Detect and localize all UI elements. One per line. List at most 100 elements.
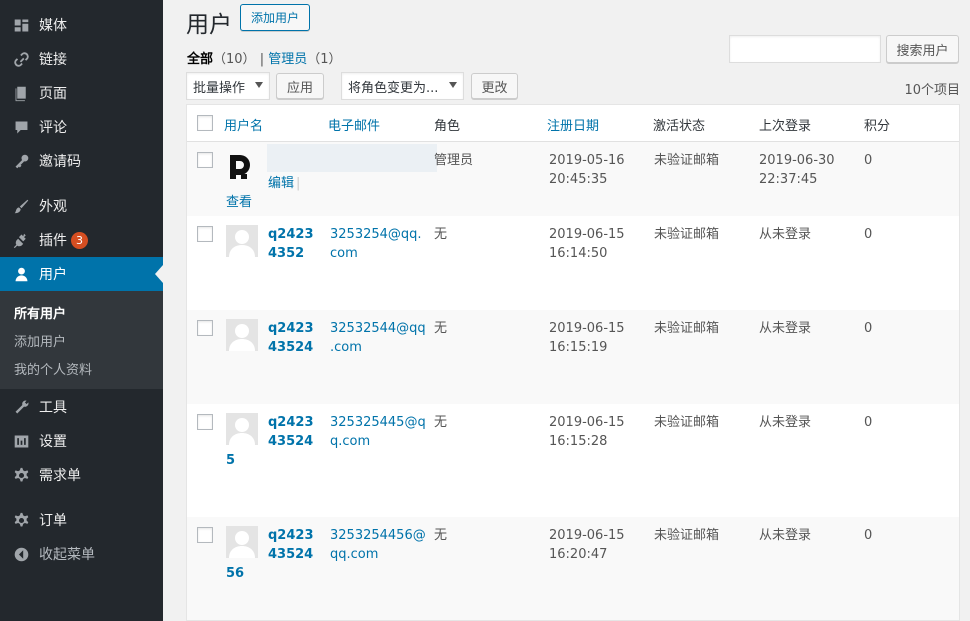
page-title: 用户 <box>186 12 232 38</box>
sidebar-item-invite-codes[interactable]: 邀请码 <box>0 144 163 178</box>
change-role-select[interactable]: 将角色变更为... <box>341 72 464 100</box>
sidebar-item-label: 页面 <box>39 86 67 102</box>
filter-admin[interactable]: 管理员 <box>268 52 307 67</box>
sidebar-item-label: 链接 <box>39 52 67 68</box>
email-link[interactable]: qq.com <box>330 545 378 565</box>
filter-all-count: （10） <box>213 52 256 67</box>
last-login-cell: 从未登录 <box>759 415 812 430</box>
table-row: q2423 43524 5 325325445@q q.com 无 2019-0… <box>187 404 959 517</box>
column-status: 激活状态 <box>653 119 706 134</box>
filter-admin-count: （1） <box>307 52 342 67</box>
users-table: 用户名 电子邮件 角色 注册日期 激活状态 上次登录 积分 编辑 | 查看 管理… <box>186 104 960 621</box>
row-checkbox[interactable] <box>197 527 213 543</box>
table-row: 编辑 | 查看 管理员 2019-05-16 20:45:35 未验证邮箱 20… <box>187 142 959 216</box>
sidebar-item-label: 需求单 <box>39 468 81 484</box>
filter-separator: | <box>259 52 265 67</box>
username-link[interactable]: 43524 <box>268 545 313 565</box>
submenu-my-profile[interactable]: 我的个人资料 <box>14 359 92 378</box>
username-link[interactable]: q2423 <box>268 225 314 245</box>
change-role-button[interactable]: 更改 <box>471 73 518 99</box>
username-link[interactable]: q2423 <box>268 413 314 433</box>
username-link[interactable]: 56 <box>226 564 244 584</box>
reg-date-cell: 2019-06-15 <box>549 227 625 242</box>
chevron-down-icon <box>255 82 263 88</box>
sidebar-item-label: 邀请码 <box>39 154 81 170</box>
role-cell: 无 <box>434 528 448 543</box>
action-separator: | <box>296 176 301 191</box>
sidebar-item-settings[interactable]: 设置 <box>0 424 163 458</box>
email-link[interactable]: q.com <box>330 432 370 452</box>
username-link[interactable]: 43524 <box>268 432 313 452</box>
column-username[interactable]: 用户名 <box>224 115 263 134</box>
table-row: q2423 43524 56 3253254456@ qq.com 无 2019… <box>187 517 959 620</box>
row-checkbox[interactable] <box>197 152 213 168</box>
username-link[interactable]: q2423 <box>268 319 314 339</box>
select-all-checkbox[interactable] <box>197 115 213 131</box>
username-link[interactable]: 4352 <box>268 244 304 264</box>
email-link[interactable]: .com <box>330 338 362 358</box>
email-link[interactable]: 32532544@qq <box>330 319 426 339</box>
add-user-button[interactable]: 添加用户 <box>240 4 310 31</box>
sidebar-item-label: 用户 <box>39 267 67 283</box>
sidebar-item-label: 订单 <box>39 513 67 529</box>
sidebar-item-links[interactable]: 链接 <box>0 42 163 76</box>
filter-all[interactable]: 全部 <box>187 52 213 67</box>
view-link[interactable]: 查看 <box>226 193 252 213</box>
email-link[interactable]: com <box>330 244 358 264</box>
column-registered[interactable]: 注册日期 <box>547 115 599 134</box>
status-cell: 未验证邮箱 <box>654 227 720 242</box>
row-checkbox[interactable] <box>197 226 213 242</box>
points-cell: 0 <box>864 415 873 430</box>
bulk-action-select[interactable]: 批量操作 <box>186 72 270 100</box>
collapse-menu-button[interactable]: 收起菜单 <box>0 537 163 571</box>
sidebar-item-orders[interactable]: 订单 <box>0 503 163 537</box>
plugin-icon <box>11 230 31 250</box>
sidebar-item-label: 设置 <box>39 434 67 450</box>
comment-icon <box>11 117 31 137</box>
edit-link[interactable]: 编辑 <box>268 174 294 194</box>
search-input[interactable] <box>729 35 881 63</box>
username-link[interactable]: 5 <box>226 451 235 471</box>
sidebar-item-tools[interactable]: 工具 <box>0 390 163 424</box>
reg-time-cell: 16:15:28 <box>549 434 608 449</box>
sidebar-item-label: 收起菜单 <box>39 547 95 563</box>
table-row: q2423 43524 32532544@qq .com 无 2019-06-1… <box>187 310 959 404</box>
sidebar-item-label: 媒体 <box>39 18 67 34</box>
reg-time-cell: 16:15:19 <box>549 340 608 355</box>
column-email[interactable]: 电子邮件 <box>328 115 380 134</box>
sidebar-item-label: 外观 <box>39 199 67 215</box>
sidebar-item-pages[interactable]: 页面 <box>0 76 163 110</box>
link-icon <box>11 49 31 69</box>
email-link[interactable]: 325325445@q <box>330 413 426 433</box>
search-users-button[interactable]: 搜索用户 <box>886 35 959 63</box>
status-cell: 未验证邮箱 <box>654 415 720 430</box>
sidebar-item-requests[interactable]: 需求单 <box>0 458 163 492</box>
last-login-time-cell: 22:37:45 <box>759 172 818 187</box>
role-cell: 管理员 <box>434 153 474 168</box>
column-role: 角色 <box>434 119 461 134</box>
sidebar-item-plugins[interactable]: 插件 3 <box>0 223 163 257</box>
site-logo-avatar <box>227 152 257 182</box>
row-checkbox[interactable] <box>197 320 213 336</box>
sidebar-item-media[interactable]: 媒体 <box>0 8 163 42</box>
email-link[interactable]: 3253254@qq. <box>330 225 422 245</box>
reg-date-cell: 2019-06-15 <box>549 528 625 543</box>
last-login-cell: 从未登录 <box>759 528 812 543</box>
main-content: 用户 添加用户 全部（10） | 管理员（1） 搜索用户 批量操作 应用 将角色… <box>163 0 970 621</box>
submenu-all-users[interactable]: 所有用户 <box>14 303 66 322</box>
reg-date-cell: 2019-06-15 <box>549 415 625 430</box>
row-checkbox[interactable] <box>197 414 213 430</box>
username-link[interactable]: 43524 <box>268 338 313 358</box>
reg-date-cell: 2019-06-15 <box>549 321 625 336</box>
sidebar-item-comments[interactable]: 评论 <box>0 110 163 144</box>
email-link[interactable]: 3253254456@ <box>330 526 426 546</box>
apply-button[interactable]: 应用 <box>276 73 324 99</box>
username-link[interactable]: q2423 <box>268 526 314 546</box>
gear-icon <box>11 465 31 485</box>
table-header-row: 用户名 电子邮件 角色 注册日期 激活状态 上次登录 积分 <box>187 105 959 142</box>
item-count: 10个项目 <box>904 83 960 98</box>
submenu-add-user[interactable]: 添加用户 <box>14 331 66 350</box>
sidebar-item-users[interactable]: 用户 <box>0 257 163 291</box>
sidebar-item-appearance[interactable]: 外观 <box>0 189 163 223</box>
status-cell: 未验证邮箱 <box>654 153 720 168</box>
